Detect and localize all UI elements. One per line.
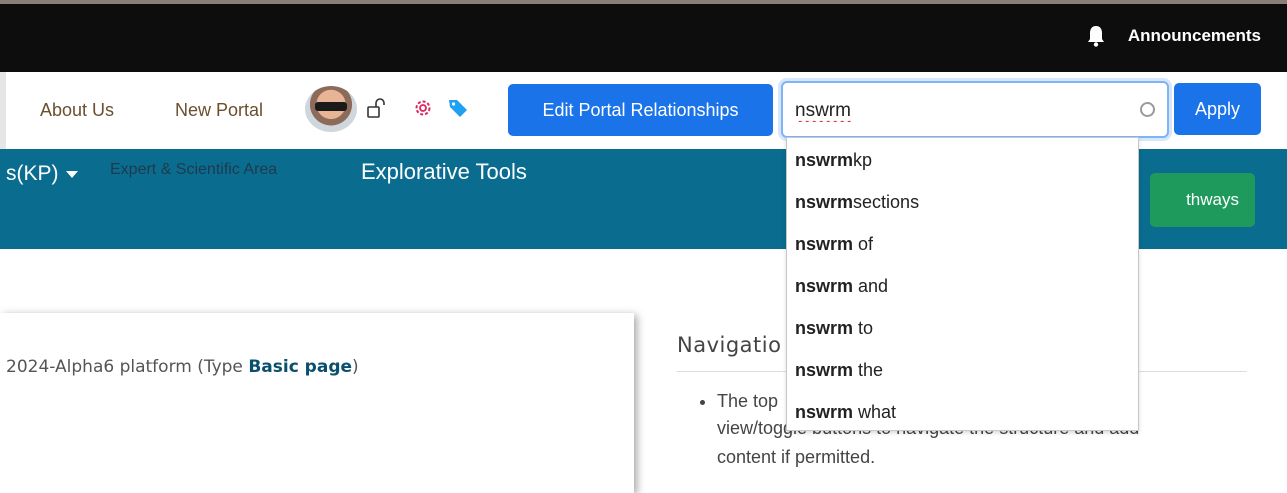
chevron-down-icon: [65, 170, 78, 178]
tag-icon[interactable]: [446, 96, 470, 120]
announcements-label: Announcements: [1127, 26, 1261, 45]
autocomplete-dropdown: nswrmkp nswrmsections nswrm of nswrm and…: [786, 137, 1139, 431]
platform-prefix: 2024-Alpha6 platform (Type: [6, 357, 249, 377]
suggestion-item[interactable]: nswrmsections: [795, 192, 919, 213]
kp-menu-dropdown[interactable]: s(KP): [6, 162, 78, 186]
announcements-link[interactable]: Announcements: [1086, 25, 1261, 47]
suggestion-item[interactable]: nswrm of: [795, 234, 873, 255]
platform-suffix: ): [352, 357, 359, 377]
pathways-button[interactable]: thways: [1150, 173, 1255, 227]
content-card: 2024-Alpha6 platform (Type Basic page): [0, 313, 634, 493]
platform-line: 2024-Alpha6 platform (Type Basic page): [6, 357, 359, 377]
window-strip: [0, 0, 1287, 4]
nav-help-line-1: The top: [717, 391, 779, 411]
bell-icon: [1087, 26, 1104, 47]
about-us-link[interactable]: About Us: [40, 100, 114, 121]
new-portal-link[interactable]: New Portal: [175, 100, 263, 121]
search-input[interactable]: [795, 97, 1135, 125]
expert-scientific-area-link[interactable]: Expert & Scientific Area: [110, 161, 277, 179]
nav-help-line-3: content if permitted.: [717, 447, 876, 467]
user-avatar[interactable]: [305, 86, 357, 132]
suggestion-item[interactable]: nswrm what: [795, 402, 896, 423]
suggestion-item[interactable]: nswrmkp: [795, 150, 872, 171]
explorative-tools-link[interactable]: Explorative Tools: [361, 159, 527, 185]
kp-menu-label: s(KP): [6, 162, 59, 185]
navigation-heading: Navigatio: [677, 333, 782, 357]
apply-button[interactable]: Apply: [1174, 83, 1261, 135]
suggestion-item[interactable]: nswrm the: [795, 360, 883, 381]
loading-spinner-icon: [1140, 102, 1155, 117]
unlock-icon[interactable]: [365, 96, 389, 120]
edit-portal-relationships-button[interactable]: Edit Portal Relationships: [508, 84, 773, 136]
search-box: [781, 81, 1169, 138]
gear-icon[interactable]: [411, 96, 435, 120]
announcement-bar: Announcements: [0, 0, 1287, 72]
suggestion-item[interactable]: nswrm to: [795, 318, 873, 339]
basic-page-link[interactable]: Basic page: [248, 357, 352, 377]
suggestion-item[interactable]: nswrm and: [795, 276, 888, 297]
